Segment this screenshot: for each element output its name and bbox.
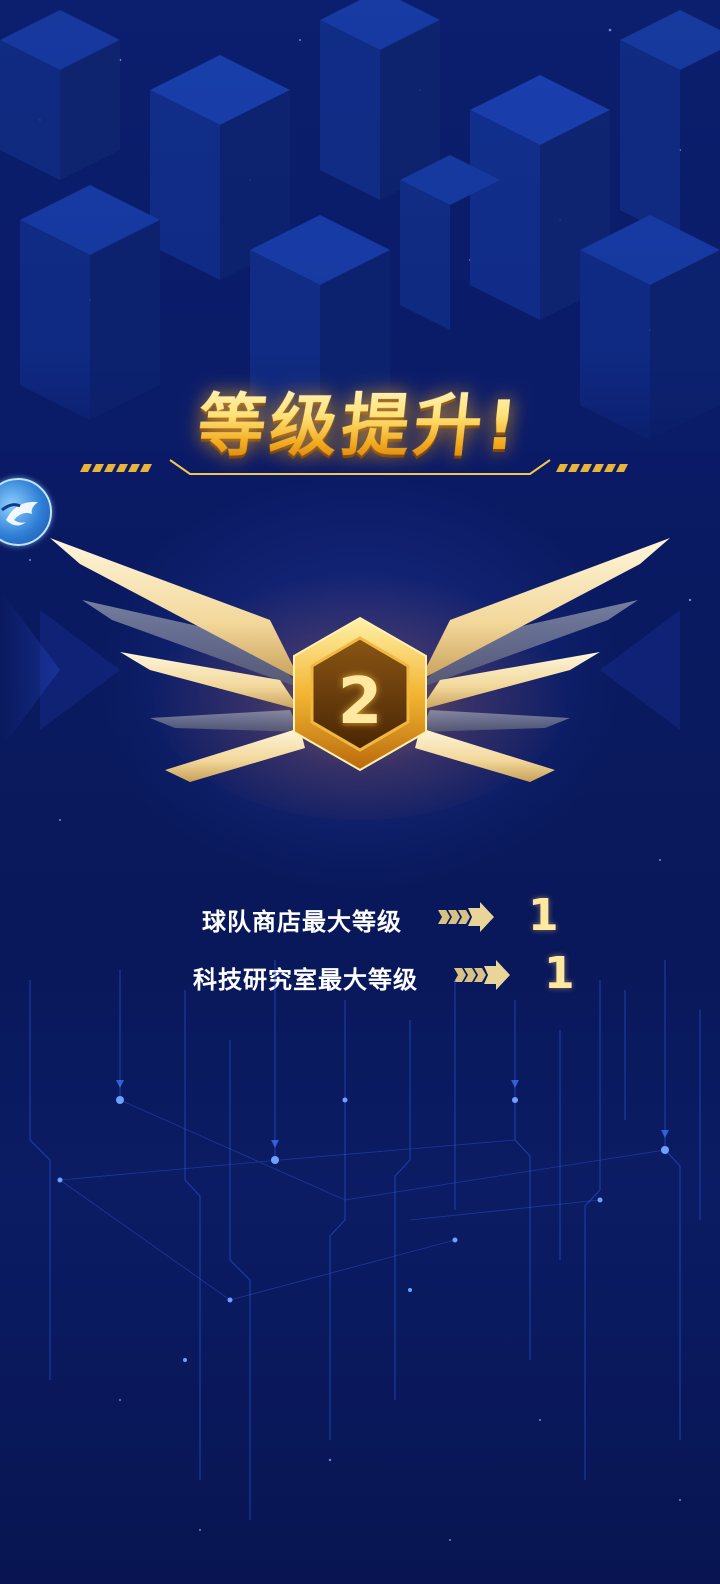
unlock-value: 1: [528, 890, 559, 941]
level-number: 2: [337, 665, 383, 739]
title-banner: 等级提升!: [0, 360, 720, 490]
level-badge: 2: [0, 520, 720, 820]
level-up-screen[interactable]: 等级提升! 2 球队商店最大等级 1 科技研究室最大等级 1: [0, 0, 720, 1584]
unlock-row-team-shop: 球队商店最大等级 1: [0, 890, 720, 950]
circuit-background: [29, 960, 701, 1520]
triple-chevron-arrow-icon: [438, 902, 494, 932]
unlock-label: 球队商店最大等级: [202, 908, 402, 936]
title-underline-decoration: [20, 457, 700, 475]
